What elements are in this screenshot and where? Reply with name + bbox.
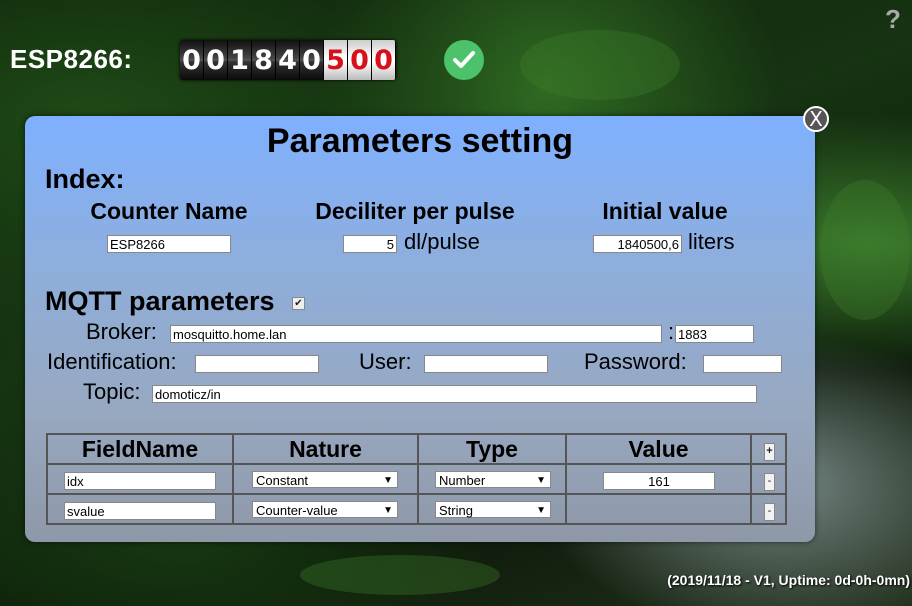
initial-value-input[interactable] bbox=[593, 235, 682, 253]
mqtt-enabled-checkbox[interactable]: ✔ bbox=[292, 297, 305, 310]
remove-field-button[interactable]: - bbox=[764, 473, 775, 491]
nature-select[interactable]: Counter-value ▼ bbox=[252, 501, 398, 518]
status-check-icon bbox=[444, 40, 484, 80]
topic-input[interactable] bbox=[152, 385, 757, 403]
remove-field-button[interactable]: - bbox=[764, 503, 775, 521]
dropdown-arrow-icon: ▼ bbox=[536, 475, 546, 486]
counter-digit: 0 bbox=[180, 40, 204, 80]
user-input[interactable] bbox=[424, 355, 548, 373]
identification-input[interactable] bbox=[195, 355, 319, 373]
close-dialog-button[interactable]: X bbox=[803, 106, 829, 132]
value-input[interactable] bbox=[603, 472, 715, 490]
user-label: User: bbox=[359, 349, 412, 374]
initial-value-label: Initial value bbox=[602, 198, 728, 224]
table-header-row: FieldName Nature Type Value + bbox=[46, 433, 787, 465]
parameters-dialog: Parameters setting Index: Counter Name D… bbox=[25, 116, 815, 542]
background-foliage bbox=[820, 180, 910, 320]
device-label: ESP8266: bbox=[10, 44, 133, 74]
deciliter-unit: dl/pulse bbox=[404, 229, 480, 254]
counter-digit: 8 bbox=[252, 40, 276, 80]
initial-value-unit: liters bbox=[688, 229, 735, 254]
value-cell-empty bbox=[565, 493, 752, 525]
table-row: Constant▼ Number▼ - bbox=[46, 463, 787, 495]
counter-digit-decimal: 5 bbox=[324, 40, 348, 80]
dropdown-arrow-icon: ▼ bbox=[383, 475, 393, 486]
fields-table: FieldName Nature Type Value + Constant▼ … bbox=[46, 433, 787, 525]
topic-label: Topic: bbox=[83, 379, 141, 404]
fieldname-input[interactable] bbox=[64, 502, 216, 520]
fieldname-input[interactable] bbox=[64, 472, 216, 490]
port-separator: : bbox=[668, 319, 675, 344]
counter-digit: 0 bbox=[300, 40, 324, 80]
broker-input[interactable] bbox=[170, 325, 662, 343]
odometer-counter: 0 0 1 8 4 0 5 0 0 bbox=[180, 40, 396, 80]
index-heading: Index: bbox=[45, 164, 125, 194]
counter-name-label: Counter Name bbox=[90, 198, 248, 224]
counter-digit: 1 bbox=[228, 40, 252, 80]
help-icon[interactable]: ? bbox=[885, 4, 901, 35]
password-input[interactable] bbox=[703, 355, 782, 373]
dialog-title: Parameters setting bbox=[266, 122, 574, 160]
port-input[interactable] bbox=[675, 325, 754, 343]
dropdown-arrow-icon: ▼ bbox=[536, 505, 546, 516]
dropdown-arrow-icon: ▼ bbox=[383, 505, 393, 516]
column-header: Value bbox=[565, 433, 752, 465]
column-header: Nature bbox=[232, 433, 419, 465]
counter-name-input[interactable] bbox=[107, 235, 231, 253]
deciliter-input[interactable] bbox=[343, 235, 397, 253]
table-row: Counter-value▼ String▼ - bbox=[46, 493, 787, 525]
deciliter-label: Deciliter per pulse bbox=[315, 198, 515, 224]
background-foliage bbox=[520, 30, 680, 100]
type-select[interactable]: Number ▼ bbox=[435, 471, 551, 488]
password-label: Password: bbox=[584, 349, 687, 374]
type-select[interactable]: String ▼ bbox=[435, 501, 551, 518]
background-foliage bbox=[300, 555, 500, 595]
identification-label: Identification: bbox=[47, 349, 177, 374]
counter-digit-decimal: 0 bbox=[348, 40, 372, 80]
column-header: FieldName bbox=[46, 433, 234, 465]
counter-digit-decimal: 0 bbox=[372, 40, 396, 80]
nature-select[interactable]: Constant ▼ bbox=[252, 471, 398, 488]
broker-label: Broker: bbox=[86, 319, 157, 344]
mqtt-heading: MQTT parameters bbox=[45, 286, 275, 316]
status-footer: (2019/11/18 - V1, Uptime: 0d-0h-0mn) bbox=[667, 572, 910, 588]
counter-digit: 0 bbox=[204, 40, 228, 80]
add-field-button[interactable]: + bbox=[764, 443, 775, 461]
column-header: Type bbox=[417, 433, 567, 465]
counter-digit: 4 bbox=[276, 40, 300, 80]
